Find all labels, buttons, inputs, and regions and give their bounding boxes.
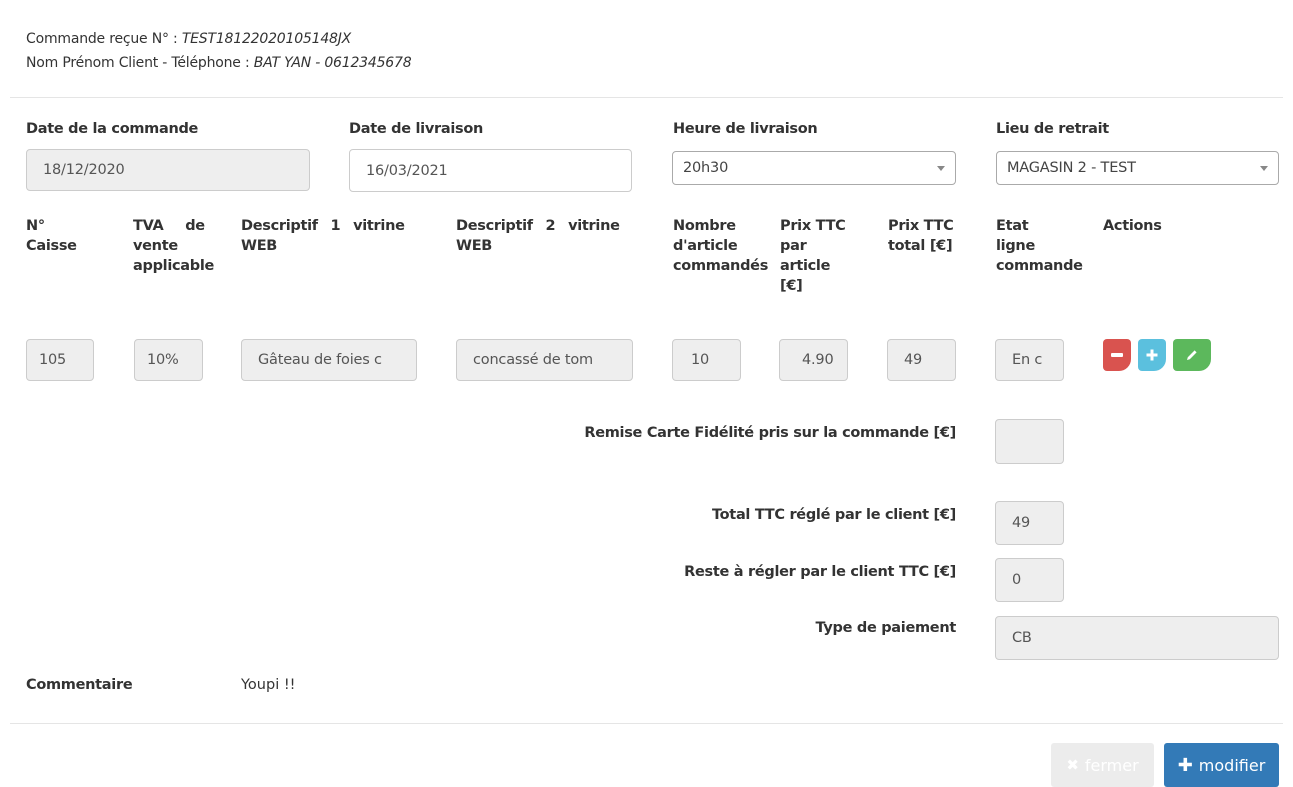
delivery-time-label: Heure de livraison bbox=[673, 121, 818, 137]
cell-nombre: 10 bbox=[672, 339, 741, 381]
pencil-icon bbox=[1187, 350, 1197, 360]
total-field: 49 bbox=[995, 501, 1064, 545]
order-number-label: Commande reçue N° : bbox=[26, 31, 182, 47]
reste-field: 0 bbox=[995, 558, 1064, 602]
close-button-label: fermer bbox=[1084, 755, 1139, 775]
col-header-prix-unit: Prix TTC par article [€] bbox=[780, 218, 846, 294]
plus-icon bbox=[1146, 349, 1158, 361]
col-header-actions: Actions bbox=[1103, 218, 1162, 234]
col-header-caisse: N° Caisse bbox=[26, 218, 77, 254]
pickup-label: Lieu de retrait bbox=[996, 121, 1109, 137]
pickup-value: MAGASIN 2 - TEST bbox=[1007, 160, 1136, 176]
cell-desc2: concassé de tom bbox=[456, 339, 633, 381]
header-divider bbox=[10, 97, 1283, 98]
col-header-desc1: Descriptif 1 vitrine WEB bbox=[241, 218, 405, 254]
close-icon: ✖ bbox=[1066, 756, 1079, 774]
cell-tva: 10% bbox=[134, 339, 203, 381]
col-header-etat: Etat ligne commande bbox=[996, 218, 1083, 274]
remove-line-button[interactable] bbox=[1103, 339, 1131, 371]
chevron-down-icon bbox=[937, 166, 945, 171]
remise-label: Remise Carte Fidélité pris sur la comman… bbox=[584, 425, 956, 441]
order-number-value: TEST18122020105148JX bbox=[181, 31, 352, 47]
comment-label: Commentaire bbox=[26, 677, 133, 693]
paiement-label: Type de paiement bbox=[815, 620, 956, 636]
cell-desc1: Gâteau de foies c bbox=[241, 339, 417, 381]
delivery-time-value: 20h30 bbox=[683, 160, 729, 176]
minus-icon bbox=[1111, 353, 1123, 357]
cell-etat: En c bbox=[995, 339, 1064, 381]
order-number-line: Commande reçue N° : TEST18122020105148JX bbox=[26, 31, 351, 47]
reste-label: Reste à régler par le client TTC [€] bbox=[684, 564, 956, 580]
chevron-down-icon bbox=[1260, 166, 1268, 171]
pickup-select[interactable]: MAGASIN 2 - TEST bbox=[996, 151, 1279, 185]
remise-input[interactable] bbox=[995, 419, 1064, 464]
client-label: Nom Prénom Client - Téléphone : bbox=[26, 55, 254, 71]
plus-icon: ✚ bbox=[1177, 754, 1193, 776]
footer-divider bbox=[10, 723, 1283, 724]
col-header-desc2: Descriptif 2 vitrine WEB bbox=[456, 218, 620, 254]
cell-prix-total: 49 bbox=[887, 339, 956, 381]
client-value: BAT YAN - 0612345678 bbox=[253, 55, 412, 71]
delivery-date-input[interactable]: 16/03/2021 bbox=[349, 149, 632, 192]
client-line: Nom Prénom Client - Téléphone : BAT YAN … bbox=[26, 55, 412, 71]
delivery-date-label: Date de livraison bbox=[349, 121, 484, 137]
order-date-field: 18/12/2020 bbox=[26, 149, 310, 191]
close-button[interactable]: ✖ fermer bbox=[1051, 743, 1154, 787]
total-label: Total TTC réglé par le client [€] bbox=[711, 507, 956, 523]
paiement-field: CB bbox=[995, 616, 1279, 660]
add-line-button[interactable] bbox=[1138, 339, 1166, 371]
cell-caisse: 105 bbox=[26, 339, 94, 381]
cell-prix-unit: 4.90 bbox=[779, 339, 848, 381]
modify-button[interactable]: ✚ modifier bbox=[1164, 743, 1279, 787]
col-header-prix-total: Prix TTC total [€] bbox=[888, 218, 954, 254]
modify-button-label: modifier bbox=[1198, 755, 1266, 775]
comment-value: Youpi !! bbox=[241, 677, 296, 693]
col-header-tva: TVA de vente applicable bbox=[133, 218, 215, 274]
delivery-time-select[interactable]: 20h30 bbox=[672, 151, 956, 185]
edit-line-button[interactable] bbox=[1173, 339, 1211, 371]
col-header-nombre: Nombre d'article commandés bbox=[673, 218, 769, 274]
order-date-label: Date de la commande bbox=[26, 121, 199, 137]
